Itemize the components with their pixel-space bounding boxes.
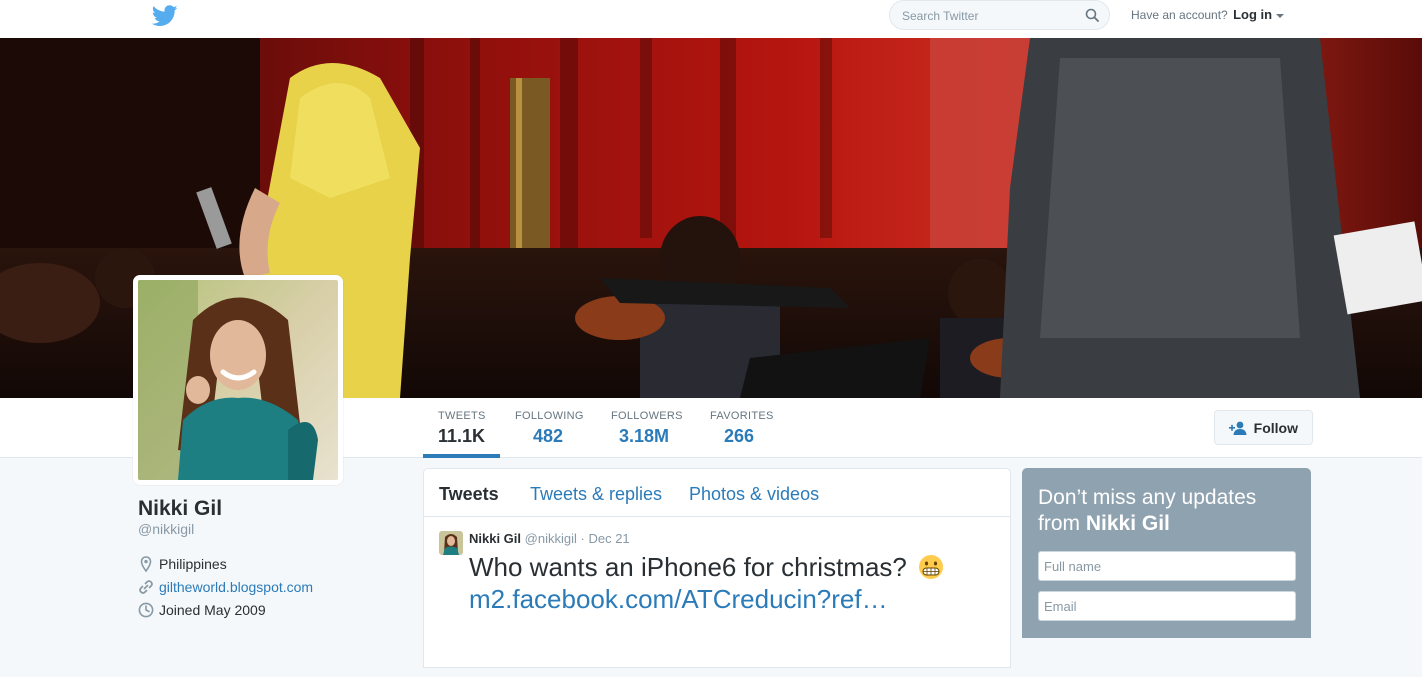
link-icon [139,580,153,594]
tweet-avatar-photo [439,531,463,555]
profile-name[interactable]: Nikki Gil [138,497,222,521]
top-navigation-bar: Have an account? Log in [0,0,1422,38]
stat-value: 3.18M [619,426,670,446]
tweet-item[interactable]: Nikki Gil @nikkigil · Dec 21 Who wants a… [424,517,1010,677]
search-box [889,0,1110,30]
profile-handle[interactable]: @nikkigil [138,521,194,537]
stat-tweets[interactable]: TWEETS 11.1K [423,398,500,458]
login-link[interactable]: Log in [1233,7,1272,22]
search-input[interactable] [902,7,1072,25]
timeline-tabs: Tweets Tweets & replies Photos & videos [424,469,1010,517]
location-text: Philippines [159,556,227,572]
stat-value: 482 [533,426,564,446]
full-name-field[interactable] [1038,551,1296,581]
tab-tweets-replies[interactable]: Tweets & replies [530,484,662,505]
avatar-photo [138,280,338,480]
tweet-separator: · [580,531,585,546]
stat-following[interactable]: FOLLOWING 482 [515,398,584,458]
location-pin-icon [140,556,152,572]
profile-avatar[interactable] [133,275,343,485]
follow-label: Follow [1253,419,1298,436]
twitter-bird-icon[interactable] [152,5,178,27]
tweet-author-name[interactable]: Nikki Gil [469,531,521,546]
have-account-text: Have an account? [1131,8,1228,22]
stat-value: 11.1K [438,426,486,446]
timeline: Tweets Tweets & replies Photos & videos … [423,468,1011,668]
stat-label: FOLLOWERS [611,410,683,422]
stat-label: FOLLOWING [515,410,584,422]
tab-tweets[interactable]: Tweets [439,484,499,505]
tweet-date[interactable]: Dec 21 [588,531,629,546]
tweet-text-content: Who wants an iPhone6 for christmas? [469,552,907,582]
login-area: Have an account? Log in [1131,7,1285,22]
stat-label: FAVORITES [710,410,774,422]
website-link[interactable]: giltheworld.blogspot.com [159,579,313,595]
joined-text: Joined May 2009 [159,602,266,618]
tweet-avatar[interactable] [439,531,463,555]
tweet-author-handle[interactable]: @nikkigil [525,531,577,546]
add-user-icon [1229,421,1247,435]
stat-value: 266 [724,426,755,446]
tab-photos-videos[interactable]: Photos & videos [689,484,819,505]
follow-button[interactable]: Follow [1214,410,1313,445]
signup-module: Don’t miss any updates from Nikki Gil [1022,468,1311,638]
signup-title: Don’t miss any updates from Nikki Gil [1038,485,1298,537]
email-field[interactable] [1038,591,1296,621]
chevron-down-icon[interactable] [1276,13,1285,18]
tweet-link[interactable]: m2.facebook.com/ATCreducin?ref… [469,583,888,616]
grimacing-face-emoji-icon [919,555,944,579]
stat-followers[interactable]: FOLLOWERS 3.18M [611,398,683,458]
signup-title-name: Nikki Gil [1085,512,1170,535]
tweet-text: Who wants an iPhone6 for christmas? [469,551,944,584]
tweet-header: Nikki Gil @nikkigil · Dec 21 [469,531,630,546]
stat-label: TWEETS [438,410,486,422]
clock-icon [138,602,154,618]
stat-favorites[interactable]: FAVORITES 266 [710,398,774,458]
search-icon[interactable] [1085,8,1099,22]
